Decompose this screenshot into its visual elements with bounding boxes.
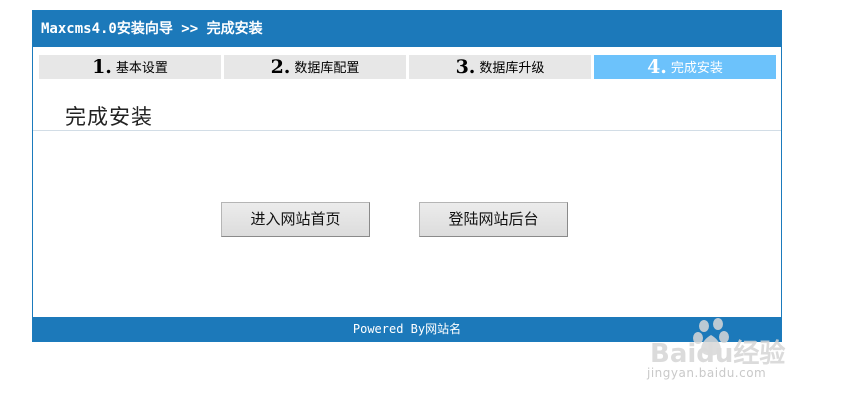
step-label: 数据库配置	[294, 61, 360, 76]
step-label: 完成安装	[670, 61, 723, 76]
enter-homepage-button[interactable]: 进入网站首页	[221, 202, 370, 237]
step-label: 基本设置	[115, 61, 168, 76]
watermark-brand-text: Baidu经验	[650, 338, 785, 369]
watermark-url-text: jingyan.baidu.com	[647, 366, 767, 380]
step-number: 2.	[270, 56, 291, 78]
step-database-config: 2. 数据库配置	[224, 55, 406, 79]
step-basic-settings: 1. 基本设置	[39, 55, 221, 79]
step-finish-install: 4. 完成安装	[594, 55, 776, 79]
title-divider	[33, 130, 781, 131]
step-number: 4.	[647, 56, 667, 78]
step-number: 3.	[455, 56, 476, 78]
step-database-upgrade: 3. 数据库升级	[409, 55, 591, 79]
install-wizard-panel: Maxcms4.0安装向导 >> 完成安装 1. 基本设置 2. 数据库配置 3. 数…	[32, 10, 782, 342]
login-admin-button[interactable]: 登陆网站后台	[419, 202, 568, 237]
wizard-header-title: Maxcms4.0安装向导 >> 完成安装	[33, 11, 781, 47]
page-title: 完成安装	[65, 105, 153, 129]
step-number: 1.	[92, 56, 112, 78]
step-label: 数据库升级	[479, 61, 545, 76]
wizard-steps: 1. 基本设置 2. 数据库配置 3. 数据库升级 4. 完成安装	[39, 55, 776, 79]
